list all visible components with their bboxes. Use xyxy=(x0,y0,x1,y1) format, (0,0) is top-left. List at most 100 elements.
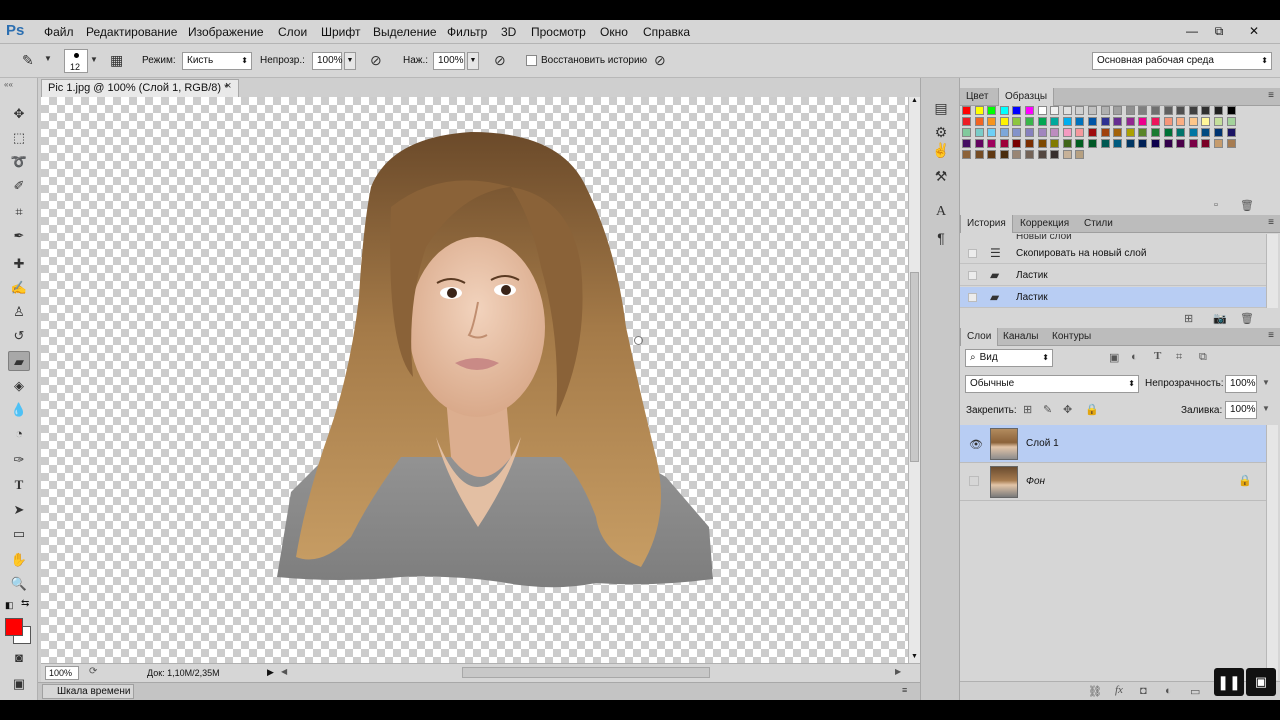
menu-filter[interactable]: Фильтр xyxy=(447,25,487,39)
add-mask-icon[interactable]: ◘ xyxy=(1140,685,1147,697)
color-swatch[interactable] xyxy=(1038,128,1047,137)
brush-dropdown-icon[interactable]: ▼ xyxy=(90,55,98,64)
history-menu-icon[interactable]: ≡ xyxy=(1268,217,1274,228)
visibility-toggle[interactable] xyxy=(969,476,979,486)
layers-menu-icon[interactable]: ≡ xyxy=(1268,330,1274,341)
color-swatch[interactable] xyxy=(975,139,984,148)
eraser-tool-icon[interactable]: ▰ xyxy=(8,351,30,371)
new-swatch-icon[interactable]: ▫ xyxy=(1214,199,1218,211)
color-swatch[interactable] xyxy=(987,150,996,159)
color-swatch[interactable] xyxy=(975,117,984,126)
dodge-tool-icon[interactable]: ◔ xyxy=(8,424,30,444)
layer-style-icon[interactable]: fx xyxy=(1115,684,1123,696)
color-swatch[interactable] xyxy=(1164,117,1173,126)
color-swatch[interactable] xyxy=(1012,128,1021,137)
new-group-icon[interactable]: ▭ xyxy=(1190,685,1200,698)
color-swatch[interactable] xyxy=(1201,139,1210,148)
color-swatch[interactable] xyxy=(1000,128,1009,137)
color-swatch[interactable] xyxy=(1063,150,1072,159)
color-swatch[interactable] xyxy=(1189,106,1198,115)
color-swatch[interactable] xyxy=(1164,106,1173,115)
menu-window[interactable]: Окно xyxy=(600,25,628,39)
color-swatch[interactable] xyxy=(1214,128,1223,137)
scroll-right-icon[interactable]: ▶ xyxy=(895,667,901,676)
color-swatch[interactable] xyxy=(1151,117,1160,126)
color-swatch[interactable] xyxy=(1038,117,1047,126)
color-swatch[interactable] xyxy=(1227,117,1236,126)
snapshot-icon[interactable]: 📷 xyxy=(1213,312,1227,325)
delete-state-icon[interactable]: 🗑 xyxy=(1240,312,1254,325)
color-swatch[interactable] xyxy=(1000,106,1009,115)
menu-type[interactable]: Шрифт xyxy=(321,25,360,39)
crop-tool-icon[interactable]: ⌗ xyxy=(8,202,30,222)
color-swatch[interactable] xyxy=(1214,139,1223,148)
close-tab-icon[interactable]: × xyxy=(225,80,231,92)
color-swatch[interactable] xyxy=(1088,106,1097,115)
gradient-tool-icon[interactable]: ◈ xyxy=(8,376,30,396)
color-swatch[interactable] xyxy=(1025,139,1034,148)
color-swatch[interactable] xyxy=(1088,139,1097,148)
blur-tool-icon[interactable]: 💧 xyxy=(8,400,30,420)
restore-button[interactable]: ⧉ xyxy=(1207,22,1231,40)
history-scrollbar[interactable] xyxy=(1266,234,1278,308)
tab-styles[interactable]: Стили xyxy=(1078,215,1119,233)
color-swatch[interactable] xyxy=(1063,139,1072,148)
color-swatch[interactable] xyxy=(1025,128,1034,137)
color-swatch[interactable] xyxy=(1101,117,1110,126)
fullscreen-icon[interactable]: ▣ xyxy=(1246,668,1276,696)
color-swatch[interactable] xyxy=(1012,139,1021,148)
color-swatch[interactable] xyxy=(1025,150,1034,159)
color-swatch[interactable] xyxy=(1176,106,1185,115)
scroll-down-icon[interactable]: ▼ xyxy=(911,653,918,660)
fill-input[interactable]: 100% xyxy=(1225,401,1257,419)
new-document-from-state-icon[interactable]: ⊞ xyxy=(1184,312,1193,325)
menu-file[interactable]: Файл xyxy=(44,25,74,39)
color-swatch[interactable] xyxy=(1038,139,1047,148)
timeline-tab[interactable]: Шкала времени xyxy=(42,684,134,699)
quick-select-tool-icon[interactable]: ✐ xyxy=(8,176,30,196)
history-brush-tool-icon[interactable]: ↺ xyxy=(8,326,30,346)
menu-3d[interactable]: 3D xyxy=(501,25,516,39)
path-select-tool-icon[interactable]: ➤ xyxy=(8,500,30,520)
restore-history-checkbox[interactable] xyxy=(526,55,537,66)
screen-mode-icon[interactable]: ▣ xyxy=(8,674,30,694)
color-swatch[interactable] xyxy=(987,139,996,148)
layer-row[interactable]: Фон 🔒 xyxy=(960,463,1266,501)
color-swatch[interactable] xyxy=(1138,117,1147,126)
layer-filter-select[interactable]: ⌕ Вид ⬍ xyxy=(965,349,1053,367)
color-swatch[interactable] xyxy=(1050,117,1059,126)
color-swatch[interactable] xyxy=(1113,139,1122,148)
scroll-up-icon[interactable]: ▲ xyxy=(911,97,918,104)
opacity-dropdown-icon[interactable]: ▼ xyxy=(344,52,356,70)
timeline-menu-icon[interactable]: ≡ xyxy=(902,685,907,695)
menu-edit[interactable]: Редактирование xyxy=(86,25,177,39)
history-row[interactable]: ☰ Скопировать на новый слой xyxy=(960,243,1266,264)
color-swatch[interactable] xyxy=(1227,139,1236,148)
color-swatch[interactable] xyxy=(962,128,971,137)
color-swatch[interactable] xyxy=(1038,106,1047,115)
filter-adjustment-icon[interactable]: ◐ xyxy=(1131,351,1138,363)
color-swatch[interactable] xyxy=(975,106,984,115)
lock-transparent-icon[interactable]: ⊞ xyxy=(1023,403,1032,416)
color-swatch[interactable] xyxy=(1214,106,1223,115)
color-swatch[interactable] xyxy=(1151,128,1160,137)
tab-swatches[interactable]: Образцы xyxy=(998,88,1055,106)
color-swatch[interactable] xyxy=(1063,106,1072,115)
color-swatch[interactable] xyxy=(1189,139,1198,148)
color-swatch[interactable] xyxy=(1088,117,1097,126)
layer-opacity-arrow-icon[interactable]: ▼ xyxy=(1262,378,1270,387)
scroll-left-icon[interactable]: ◀ xyxy=(281,667,287,676)
new-adjustment-icon[interactable]: ◐ xyxy=(1165,685,1172,697)
color-swatch[interactable] xyxy=(1138,128,1147,137)
lock-image-icon[interactable]: ✎ xyxy=(1043,403,1052,416)
color-swatch[interactable] xyxy=(1101,139,1110,148)
eyedropper-tool-icon[interactable]: ✒ xyxy=(8,226,30,246)
canvas[interactable] xyxy=(41,97,908,663)
color-swatch[interactable] xyxy=(1151,106,1160,115)
color-swatch[interactable] xyxy=(1138,106,1147,115)
eraser-tool-preset-icon[interactable]: ✎ xyxy=(22,52,34,69)
menu-layers[interactable]: Слои xyxy=(278,25,307,39)
color-swatch[interactable] xyxy=(1025,117,1034,126)
toolbox-collapse-icon[interactable]: «« xyxy=(4,80,13,89)
color-swatch[interactable] xyxy=(1025,106,1034,115)
